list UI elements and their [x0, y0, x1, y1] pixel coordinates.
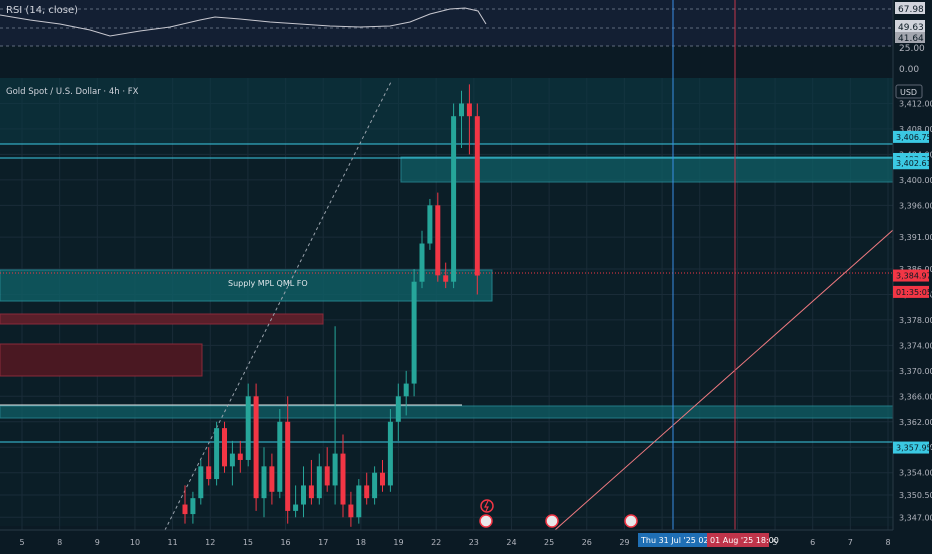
candle-body	[443, 275, 449, 282]
price-badge-label: 3,357.95	[896, 444, 932, 453]
rsi-label-current: 49.63	[898, 23, 924, 33]
candle-body	[356, 485, 362, 518]
rsi-label-25: 25.00	[899, 44, 925, 54]
rsi-pane[interactable]: RSI (14, close)	[0, 0, 893, 47]
candle-body	[198, 466, 204, 499]
rsi-label-high: 67.98	[898, 5, 924, 15]
y-tick-label: 3,396.00	[899, 201, 932, 210]
candle-body	[340, 453, 346, 505]
candle-body	[403, 383, 409, 397]
candle-body	[427, 205, 433, 244]
x-tick-label: 29	[619, 538, 629, 547]
x-tick-label: 26	[582, 538, 592, 547]
chart-stage[interactable]: RSI (14, close) 67.98 49.63 41.64 25.00 …	[0, 0, 932, 550]
x-tick-label: 7	[848, 538, 853, 547]
currency-label: USD	[900, 88, 917, 97]
y-tick-label: 3,412.00	[899, 99, 932, 108]
candle-body	[348, 504, 354, 518]
y-tick-label: 3,366.00	[899, 392, 932, 401]
y-tick-label: 3,354.00	[899, 469, 932, 478]
candle-body	[277, 421, 283, 492]
x-tick-label: 25	[544, 538, 554, 547]
crosshair-time-2: 01 Aug '25 18:00	[710, 536, 779, 545]
candle-body	[324, 466, 330, 486]
candle-body	[451, 116, 457, 282]
candle-body	[214, 428, 220, 480]
candle-body	[237, 453, 243, 460]
x-tick-label: 8	[885, 538, 890, 547]
price-axis[interactable]	[893, 78, 932, 530]
x-tick-label: 18	[356, 538, 366, 547]
candle-body	[459, 103, 464, 117]
y-tick-label: 3,347.00	[899, 513, 932, 522]
price-badge-label: 3,402.61	[896, 159, 932, 168]
x-tick-label: 16	[280, 538, 290, 547]
candle-body	[206, 466, 212, 480]
y-tick-label: 3,350.50	[899, 491, 932, 500]
supply-zone-red-lower	[0, 343, 203, 377]
y-tick-label: 3,391.00	[899, 233, 932, 242]
candle-body	[293, 504, 299, 511]
price-pane[interactable]	[0, 78, 893, 526]
candle-body	[316, 466, 322, 499]
candle-body	[387, 421, 393, 486]
x-tick-label: 23	[469, 538, 479, 547]
price-badge-label: 3,384.97	[896, 272, 932, 281]
price-badge-label: 3,406.75	[896, 133, 932, 142]
candle-body	[411, 281, 417, 384]
us-flag-icon-1[interactable]	[479, 514, 493, 528]
supply-zone-label: Supply MPL QML FO	[228, 279, 308, 288]
candle-body	[474, 116, 480, 276]
candle-body	[372, 472, 378, 499]
candle-body	[190, 498, 196, 515]
y-tick-label: 3,400.00	[899, 176, 932, 185]
price-badge-label: 01:35:05	[896, 288, 932, 297]
y-tick-label: 3,362.00	[899, 418, 932, 427]
candle-body	[419, 243, 425, 282]
candle-body	[301, 485, 306, 505]
y-tick-label: 3,378.00	[899, 316, 932, 325]
y-tick-label: 3,374.00	[899, 341, 932, 350]
x-tick-label: 15	[243, 538, 253, 547]
y-tick-label: 3,370.00	[899, 367, 932, 376]
x-tick-label: 17	[318, 538, 328, 547]
candle-body	[269, 466, 275, 492]
x-tick-label: 10	[130, 538, 140, 547]
candle-body	[466, 103, 472, 117]
x-tick-label: 6	[810, 538, 815, 547]
x-tick-label: 22	[431, 538, 441, 547]
rsi-label-0: 0.00	[899, 65, 919, 75]
x-tick-label: 24	[506, 538, 516, 547]
candle-body	[245, 396, 251, 460]
supply-zone-red-upper	[0, 313, 324, 325]
candle-body	[308, 485, 314, 499]
candle-body	[395, 396, 401, 422]
rsi-band	[0, 0, 893, 46]
candle-body	[285, 421, 291, 511]
rsi-title: RSI (14, close)	[6, 5, 78, 16]
x-tick-label: 19	[393, 538, 403, 547]
candle-body	[182, 504, 188, 515]
candle-body	[332, 453, 338, 486]
x-tick-label: 5	[19, 538, 24, 547]
rsi-label-ma: 41.64	[898, 34, 924, 44]
candle-body	[253, 396, 259, 499]
candle-body	[222, 428, 227, 467]
symbol-title: Gold Spot / U.S. Dollar · 4h · FX	[6, 87, 139, 97]
us-flag-icon-2[interactable]	[545, 514, 559, 528]
candle-body	[229, 453, 235, 467]
us-flag-icon-3[interactable]	[624, 514, 638, 528]
candle-body	[364, 485, 370, 499]
x-tick-label: 8	[57, 538, 62, 547]
price-chart[interactable]: RSI (14, close) 67.98 49.63 41.64 25.00 …	[0, 0, 932, 550]
candle-body	[435, 205, 441, 276]
candle-body	[261, 466, 267, 499]
candle-body	[380, 472, 385, 486]
demand-zone	[0, 405, 894, 419]
x-tick-label: 11	[168, 538, 178, 547]
x-tick-label: 9	[95, 538, 100, 547]
x-tick-label: 12	[205, 538, 215, 547]
